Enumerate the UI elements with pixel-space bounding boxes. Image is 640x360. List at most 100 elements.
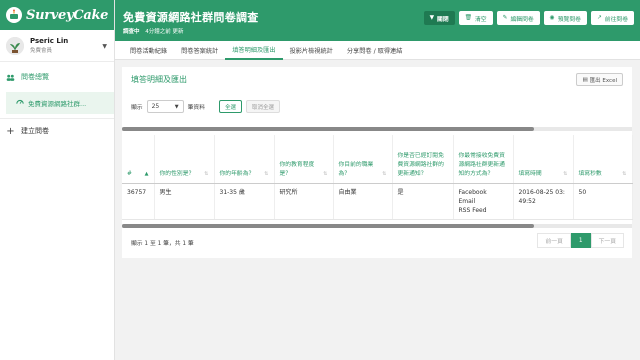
logo-text: SurveyCake [26,7,109,23]
cell-seconds: 50 [573,183,633,220]
tab-activity-log[interactable]: 問卷活動紀錄 [123,41,174,60]
sort-icon: ⇅ [622,170,627,177]
button-label: 預覽問卷 [557,16,581,23]
button-label: 清空 [475,16,487,23]
tab-slide-stats[interactable]: 投影片檢視統計 [283,41,340,60]
preview-survey-button[interactable]: ◉ 預覽問卷 [543,11,587,25]
sort-icon: ⇅ [563,170,568,177]
status-line: 調查中 4分鐘之前 更新 [123,27,184,35]
table-row[interactable]: 36757 男生 31-35 歲 研究所 自由業 是 Facebook Emai… [122,183,633,220]
col-label: 你的性別是？ [159,170,195,177]
col-header-id[interactable]: # ▲ [122,135,155,184]
avatar [6,36,24,55]
sidebar: SurveyCake Pseric Lin 免費會員 ▼ 問卷總覽 免費資源網路… [0,0,115,360]
col-header-education[interactable]: 你的教育程度是？ ⇅ [274,135,334,184]
sort-icon: ⇅ [382,170,387,177]
col-header-job[interactable]: 你目前的職業為？ ⇅ [333,135,393,184]
external-link-icon: ↗ [596,15,602,21]
tab-responses-export[interactable]: 填答明細及匯出 [225,41,283,60]
sort-icon: ⇅ [264,170,269,177]
table-header-row: # ▲ 你的性別是？ ⇅ 你的年齡為？ ⇅ 你的教育程度是？ ⇅ 你目前的職業為？ ⇅ 你… [122,135,633,184]
sidebar-item-label: 免費資源網路社群... [28,100,87,108]
page-1-button[interactable]: 1 [570,233,591,248]
button-label: 關閉 [437,16,449,23]
sidebar-item-create[interactable]: + 建立問卷 [0,122,114,140]
trash-icon: 🗑 [464,15,472,21]
cell-job: 自由業 [333,183,393,220]
cake-logo-icon [6,7,22,23]
button-label: 編輯問卷 [510,16,534,23]
sidebar-item-current-survey[interactable]: 免費資源網路社群... [6,92,114,114]
records-label: 筆資料 [187,105,206,111]
col-label: 你的教育程度是？ [279,161,315,177]
prev-page-button[interactable]: 前一頁 [537,233,571,248]
close-survey-button[interactable]: ▼ 關閉 [423,11,455,25]
file-icon: ▤ [582,76,588,83]
sidebar-item-overview[interactable]: 問卷總覽 [0,68,114,86]
cell-gender: 男生 [154,183,215,220]
user-name: Pseric Lin [30,37,69,45]
horizontal-scrollbar-bottom[interactable] [122,224,632,228]
cell-age: 31-35 歲 [214,183,275,220]
col-label: 你目前的職業為？ [338,161,374,177]
tab-share-link[interactable]: 分享問卷 / 取得連結 [340,41,410,60]
col-label: 填寫時間 [518,170,542,177]
eye-icon: ◉ [549,15,555,21]
deselect-all-button[interactable]: 取消全選 [246,100,281,113]
next-page-button[interactable]: 下一頁 [590,233,624,248]
export-excel-button[interactable]: ▤ 匯出 Excel [576,73,623,86]
user-role: 免費會員 [30,48,53,54]
col-label: 你是否已經訂閱免費資源網路社群的更新通知？ [397,152,444,177]
edit-survey-button[interactable]: ✎ 編輯問卷 [496,11,540,25]
header: 免費資源網路社群問卷調查 調查中 4分鐘之前 更新 ▼ 關閉 🗑 清空 ✎ 編輯… [115,0,640,41]
table-summary: 顯示 1 至 1 筆，共 1 筆 [131,241,194,247]
col-header-age[interactable]: 你的年齡為？ ⇅ [214,135,275,184]
plus-icon: + [6,125,15,137]
panel-title: 填答明細及匯出 [131,75,187,84]
tab-answer-stats[interactable]: 問卷答案統計 [174,41,225,60]
cell-time: 2016-08-25 03:49:52 [513,183,574,220]
col-label: 填寫秒數 [578,170,602,177]
responses-panel: 填答明細及匯出 ▤ 匯出 Excel 顯示 25 ▼ 筆資料 全選 取消全選 #… [122,67,633,258]
cell-method: Facebook Email RSS Feed [453,183,514,220]
table-controls: 顯示 25 ▼ 筆資料 全選 取消全選 [131,100,281,113]
col-label: 你最常接收免費資源網路社群更新通知的方式為？ [458,152,505,177]
col-label: 你的年齡為？ [219,170,255,177]
sort-asc-icon: ▲ [144,170,149,177]
page-size-select[interactable]: 25 ▼ [146,100,184,113]
caret-down-icon[interactable]: ▼ [102,43,107,50]
group-icon [6,73,15,82]
col-header-seconds[interactable]: 填寫秒數 ⇅ [573,135,633,184]
logo-bar[interactable]: SurveyCake [0,0,114,30]
col-header-method[interactable]: 你最常接收免費資源網路社群更新通知的方式為？ [453,135,514,184]
page-title: 免費資源網路社群問卷調查 [123,11,259,24]
select-all-button[interactable]: 全選 [219,100,243,113]
updated-time: 4分鐘之前 更新 [145,29,184,35]
open-survey-button[interactable]: ↗ 前往問卷 [590,11,634,25]
button-label: 前往問卷 [604,16,628,23]
responses-table: # ▲ 你的性別是？ ⇅ 你的年齡為？ ⇅ 你的教育程度是？ ⇅ 你目前的職業為？ ⇅ 你… [122,135,633,220]
cell-subscribed: 是 [392,183,454,220]
tab-bar: 問卷活動紀錄 問卷答案統計 填答明細及匯出 投影片檢視統計 分享問卷 / 取得連… [115,41,640,60]
dashboard-icon [16,98,24,108]
button-label: 匯出 Excel [589,77,617,84]
cell-id: 36757 [122,183,155,220]
page-size-value: 25 [151,103,160,110]
show-label: 顯示 [131,105,143,111]
clear-button[interactable]: 🗑 清空 [458,11,493,25]
scrollbar-thumb[interactable] [122,127,534,131]
sidebar-item-label: 問卷總覽 [21,73,49,81]
horizontal-scrollbar-top[interactable] [122,127,632,131]
col-header-time[interactable]: 填寫時間 ⇅ [513,135,574,184]
sort-icon: ⇅ [204,170,209,177]
col-header-gender[interactable]: 你的性別是？ ⇅ [154,135,215,184]
pagination: 前一頁 1 下一頁 [537,233,624,248]
user-menu[interactable]: Pseric Lin 免費會員 ▼ [0,30,114,62]
scrollbar-thumb[interactable] [122,224,534,228]
chevron-down-icon: ▼ [174,103,179,110]
col-header-subscribed[interactable]: 你是否已經訂閱免費資源網路社群的更新通知？ [392,135,454,184]
col-label: # [127,170,132,177]
sidebar-item-label: 建立問卷 [21,127,49,135]
sort-icon: ⇅ [323,170,328,177]
status-badge: 調查中 [123,29,140,35]
